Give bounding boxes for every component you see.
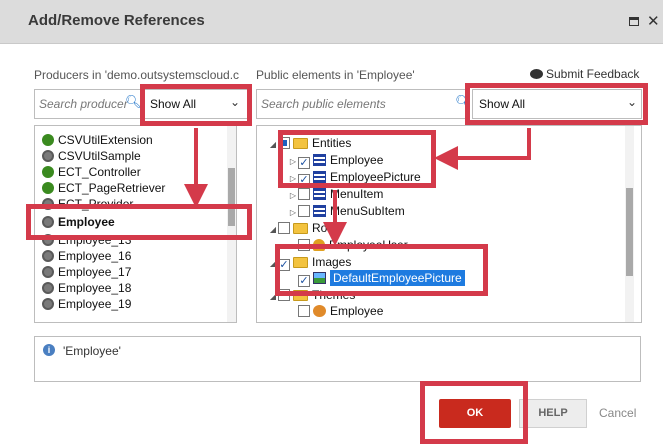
close-icon[interactable]: ✕ (647, 12, 660, 30)
info-box: i 'Employee' (34, 336, 641, 382)
checkbox-checked[interactable]: ✓ (298, 174, 310, 186)
checkbox-unchecked[interactable] (298, 239, 310, 251)
module-icon (42, 298, 54, 310)
list-item[interactable]: ECT_Controller (42, 165, 141, 181)
checkbox-partial[interactable] (278, 137, 290, 149)
tree-node-menu-sub-item[interactable]: ▷ MenuSubItem (288, 204, 405, 220)
checkbox-checked[interactable]: ✓ (278, 259, 290, 271)
folder-icon (293, 257, 308, 268)
tree-node-menu-item[interactable]: ▷ MenuItem (288, 187, 383, 203)
collapse-icon[interactable]: ◢ (268, 292, 278, 301)
checkbox-unchecked[interactable] (278, 222, 290, 234)
list-item[interactable]: Employee_16 (42, 249, 131, 265)
list-item[interactable]: CSVUtilExtension (42, 133, 153, 149)
checkbox-unchecked[interactable] (298, 188, 310, 200)
entity-icon (313, 188, 326, 200)
expand-icon[interactable]: ▷ (288, 191, 298, 200)
module-icon (42, 266, 54, 278)
tree-node-roles[interactable]: ◢ Roles (268, 221, 343, 237)
tree-node-employee-user[interactable]: EmployeeUser (298, 238, 408, 254)
module-icon (42, 198, 54, 210)
info-icon: i (43, 344, 55, 356)
tree-node-images[interactable]: ◢ ✓ Images (268, 255, 351, 271)
public-elements-label: Public elements in 'Employee' (256, 68, 415, 82)
image-icon (313, 272, 326, 284)
window-title: Add/Remove References (28, 12, 205, 29)
checkbox-unchecked[interactable] (298, 305, 310, 317)
checkbox-unchecked[interactable] (278, 289, 290, 301)
module-icon (42, 282, 54, 294)
public-elements-scrollbar-thumb[interactable] (626, 188, 633, 276)
chevron-down-icon[interactable]: ⌄ (627, 95, 637, 109)
list-item-selected[interactable]: Employee (42, 215, 115, 231)
checkbox-checked[interactable]: ✓ (298, 157, 310, 169)
collapse-icon[interactable]: ◢ (268, 259, 278, 268)
tree-node-employee-picture[interactable]: ▷ ✓ EmployeePicture (288, 170, 421, 186)
submit-feedback-link[interactable]: Submit Feedback (530, 67, 639, 81)
tree-node-employee[interactable]: ▷ ✓ Employee (288, 153, 383, 169)
theme-icon (313, 305, 326, 317)
module-icon (42, 234, 54, 246)
extension-icon (42, 182, 54, 194)
checkbox-checked[interactable]: ✓ (298, 275, 310, 287)
maximize-icon[interactable] (629, 17, 639, 26)
list-item[interactable]: CSVUtilSample (42, 149, 141, 165)
entity-icon (313, 154, 326, 166)
list-item[interactable]: Employee_18 (42, 281, 131, 297)
info-text: 'Employee' (63, 344, 121, 358)
module-icon (42, 250, 54, 262)
submit-feedback-label: Submit Feedback (546, 67, 640, 81)
extension-icon (42, 166, 54, 178)
role-key-icon (313, 239, 325, 251)
search-public-elements-input[interactable]: Search public elements (256, 89, 470, 119)
module-icon (42, 150, 54, 162)
entity-icon (313, 171, 326, 183)
search-icon[interactable]: 🔍︎ (125, 94, 142, 110)
folder-icon (293, 223, 308, 234)
collapse-icon[interactable]: ◢ (268, 140, 278, 149)
expand-icon[interactable]: ▷ (288, 174, 298, 183)
tree-node-themes[interactable]: ◢ Themes (268, 288, 355, 304)
public-elements-filter-select[interactable]: Show All (472, 89, 642, 119)
expand-icon[interactable]: ▷ (288, 208, 298, 217)
folder-icon (293, 290, 308, 301)
list-item[interactable]: Employee_17 (42, 265, 131, 281)
window-titlebar: Add/Remove References ✕ (0, 0, 663, 44)
producers-scrollbar-thumb[interactable] (228, 168, 235, 226)
list-item[interactable]: Employee_19 (42, 297, 131, 313)
search-icon[interactable]: 🔍︎ (455, 94, 472, 110)
list-item[interactable]: ECT_PageRetriever (42, 181, 165, 197)
chevron-down-icon[interactable]: ⌄ (230, 95, 240, 109)
expand-icon[interactable]: ▷ (288, 157, 298, 166)
entity-icon (313, 205, 326, 217)
module-icon (42, 216, 54, 228)
checkbox-unchecked[interactable] (298, 205, 310, 217)
list-item[interactable]: ECT_Provider (42, 197, 133, 213)
producers-label: Producers in 'demo.outsystemscloud.c (34, 68, 240, 82)
tree-node-entities[interactable]: ◢ Entities (268, 136, 351, 152)
extension-icon (42, 134, 54, 146)
tree-node-theme-employee[interactable]: Employee (298, 304, 383, 320)
ok-button[interactable]: OK (439, 399, 511, 428)
list-item[interactable]: Employee_13 (42, 233, 131, 249)
help-button[interactable]: HELP (519, 399, 587, 428)
folder-icon (293, 138, 308, 149)
chat-bubble-icon (530, 69, 543, 79)
cancel-button[interactable]: Cancel (599, 406, 636, 420)
tree-node-default-employee-picture[interactable]: ✓ DefaultEmployeePicture (298, 270, 465, 287)
collapse-icon[interactable]: ◢ (268, 225, 278, 234)
